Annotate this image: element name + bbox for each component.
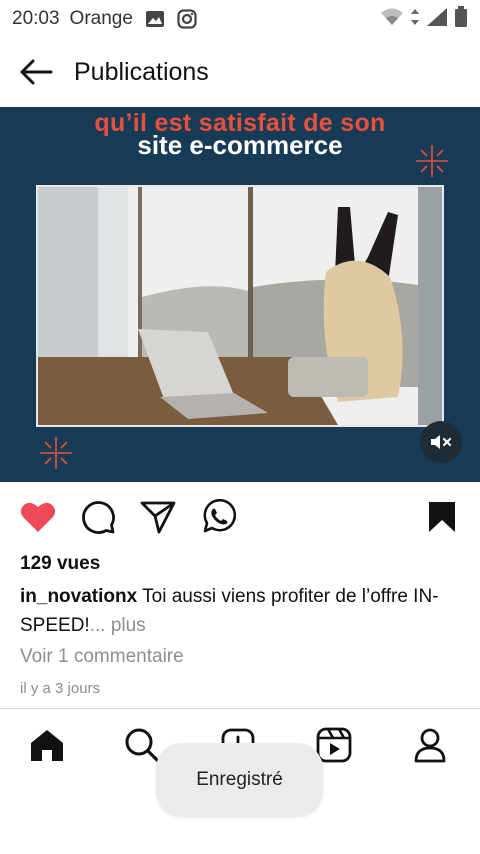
- views-count: 129 vues: [20, 553, 101, 574]
- sparkle-icon: [414, 143, 450, 184]
- post-caption: in_novationx Toi aussi viens profiter de…: [20, 582, 460, 640]
- profile-icon[interactable]: [410, 725, 450, 765]
- data-arrows-icon: [410, 8, 420, 31]
- video-frame-image: [36, 185, 444, 427]
- signal-icon: [426, 7, 448, 32]
- status-carrier: Orange: [69, 8, 133, 29]
- status-bar: 20:03 Orange: [0, 0, 480, 38]
- saved-toast: Enregistré: [156, 743, 323, 817]
- speaker-muted-icon[interactable]: [420, 421, 462, 463]
- image-icon: [145, 10, 165, 28]
- home-icon[interactable]: [27, 725, 67, 765]
- view-comments-link[interactable]: Voir 1 commentaire: [20, 646, 184, 668]
- page-title: Publications: [74, 57, 209, 86]
- post-actions: [0, 496, 480, 542]
- post-video[interactable]: qu’il est satisfait de son site e-commer…: [0, 107, 480, 482]
- battery-icon: [454, 5, 468, 33]
- instagram-icon: [177, 9, 197, 29]
- sparkle-icon: [38, 435, 74, 476]
- whatsapp-icon[interactable]: [198, 496, 238, 538]
- status-time: 20:03: [12, 8, 60, 29]
- search-icon[interactable]: [122, 725, 162, 765]
- wifi-icon: [380, 7, 404, 32]
- share-icon[interactable]: [138, 496, 178, 538]
- arrow-left-icon[interactable]: [18, 54, 54, 90]
- caption-username[interactable]: in_novationx: [20, 586, 137, 607]
- top-header: Publications: [0, 38, 480, 106]
- bookmark-icon[interactable]: [422, 496, 462, 538]
- comment-icon[interactable]: [78, 496, 118, 538]
- overlay-text-line2: site e-commerce: [137, 130, 343, 160]
- post-timestamp: il y a 3 jours: [20, 680, 101, 697]
- caption-more-link[interactable]: ... plus: [90, 615, 146, 636]
- heart-icon[interactable]: [18, 496, 58, 538]
